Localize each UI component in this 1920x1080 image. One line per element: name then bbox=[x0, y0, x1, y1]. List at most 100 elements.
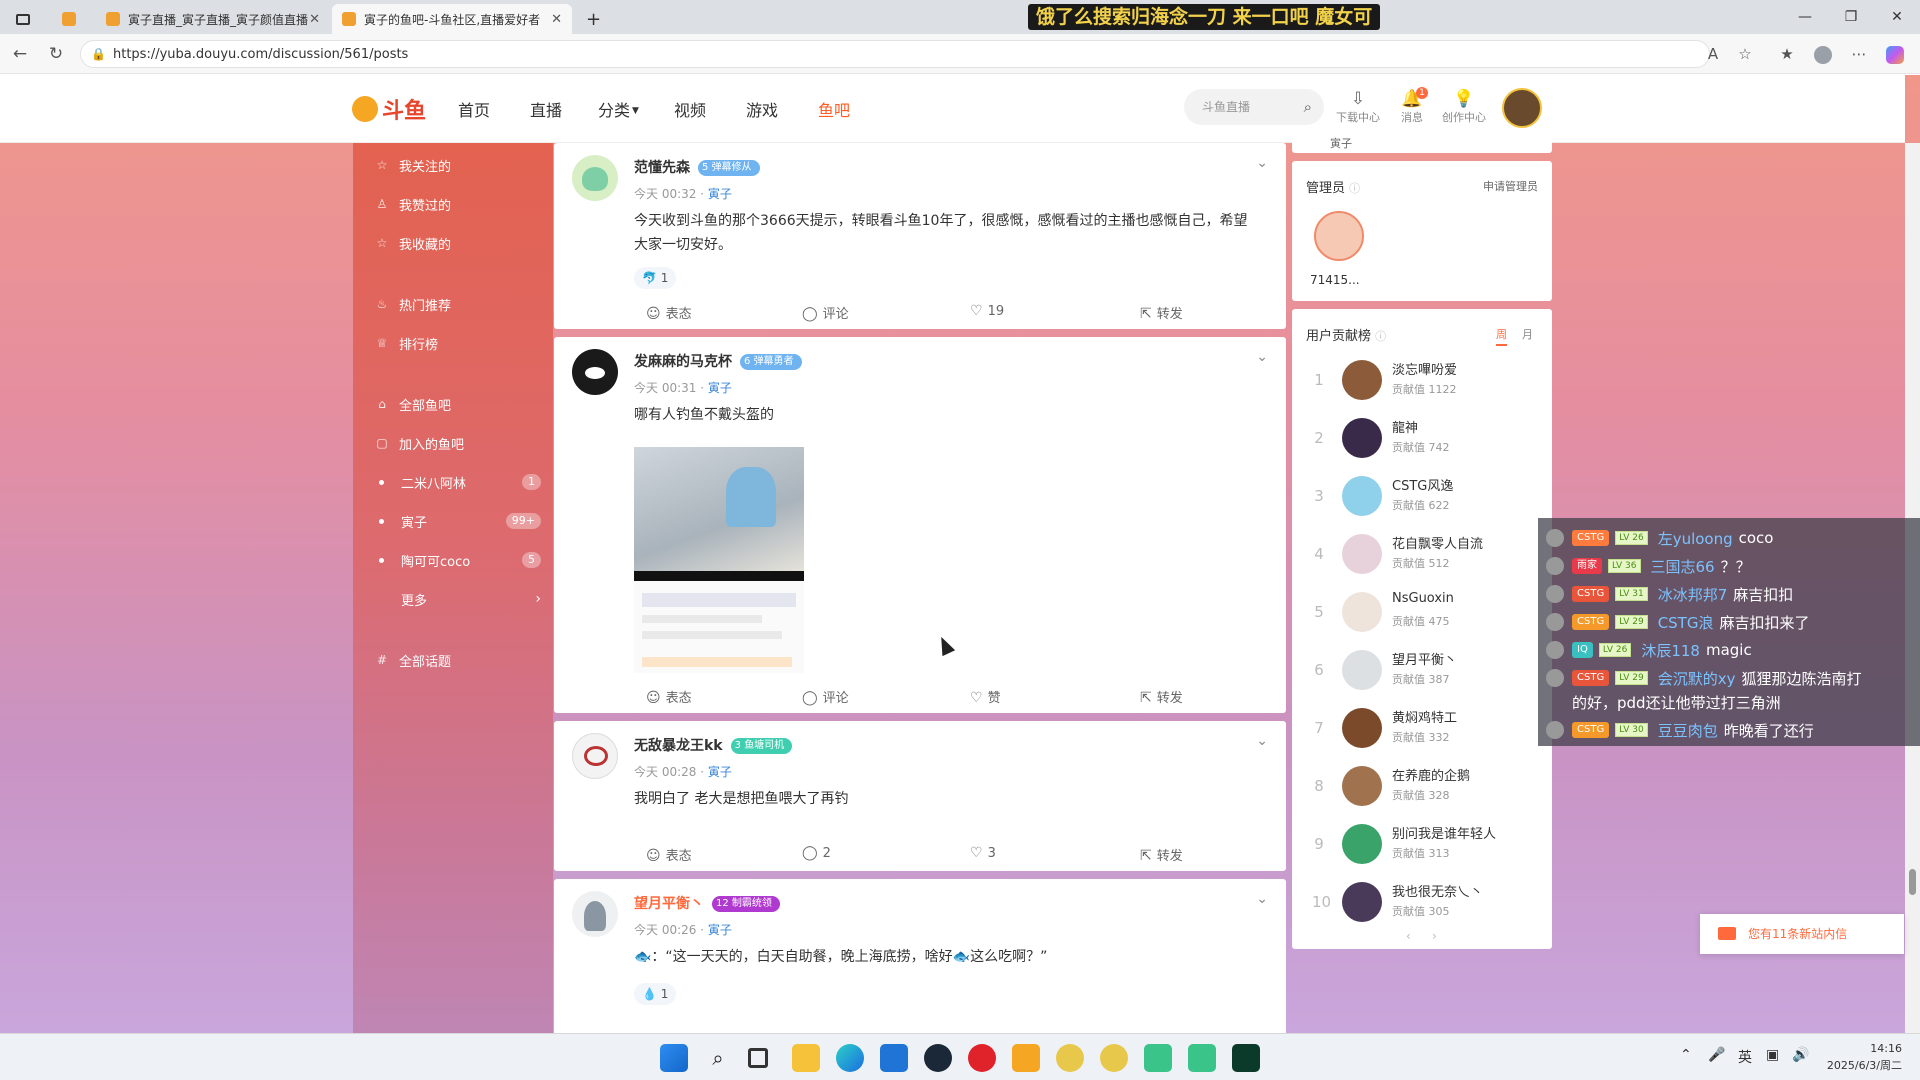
admin-avatar[interactable] bbox=[1314, 211, 1364, 261]
nav-games[interactable]: 游戏 bbox=[746, 97, 778, 121]
admin-name[interactable]: 71415... bbox=[1310, 273, 1360, 287]
info-icon[interactable]: ⓘ bbox=[1375, 330, 1386, 343]
chevron-down-icon[interactable]: ⌄ bbox=[1256, 733, 1268, 749]
nav-video[interactable]: 视频 bbox=[674, 97, 706, 121]
scroll-thumb[interactable] bbox=[1909, 869, 1916, 895]
read-aloud-icon[interactable]: A bbox=[1702, 43, 1724, 65]
search-icon[interactable]: ⌕ bbox=[704, 1044, 732, 1072]
reload-icon[interactable]: ↻ bbox=[44, 43, 68, 65]
sidebar-item-bar[interactable]: 寅子 99+ bbox=[375, 511, 541, 531]
sidebar-item-favorites[interactable]: ☆ 我收藏的 bbox=[375, 233, 541, 253]
post-bar-link[interactable]: 寅子 bbox=[708, 765, 732, 779]
maximize-button[interactable]: ❐ bbox=[1836, 6, 1866, 28]
tab-fishbar[interactable]: 寅子的鱼吧-斗鱼社区,直播爱好者 ✕ bbox=[332, 4, 572, 34]
rank-row[interactable]: 3 CSTG风逸 贡献值 622 bbox=[1292, 469, 1552, 527]
nav-home[interactable]: 首页 bbox=[458, 97, 490, 121]
rank-row[interactable]: 7 黄焖鸡特工 贡献值 332 bbox=[1292, 701, 1552, 759]
sidebar-item-bar[interactable]: 二米八阿林 1 bbox=[375, 472, 541, 492]
sidebar-item-following[interactable]: ☆ 我关注的 bbox=[375, 155, 541, 175]
post-card[interactable]: 发麻麻的马克杯 6 弹幕勇者 今天 00:31 · 寅子 哪有人钓鱼不戴头盔的 ☺… bbox=[554, 337, 1286, 713]
like-button[interactable]: ♡ 19 bbox=[970, 303, 1004, 319]
profile-icon[interactable] bbox=[1812, 43, 1834, 65]
nav-fishbar[interactable]: 鱼吧 bbox=[818, 97, 850, 121]
rank-next-icon[interactable]: › bbox=[1432, 929, 1437, 943]
post-username[interactable]: 发麻麻的马克杯 6 弹幕勇者 bbox=[634, 351, 802, 371]
close-tab-icon[interactable]: ✕ bbox=[309, 12, 320, 27]
post-bar-link[interactable]: 寅子 bbox=[708, 187, 732, 201]
post-username[interactable]: 范懂先森 5 弹幕修从 bbox=[634, 157, 760, 177]
rank-row[interactable]: 5 NsGuoxin 贡献值 475 bbox=[1292, 585, 1552, 643]
app-icon[interactable] bbox=[1188, 1044, 1216, 1072]
chevron-down-icon[interactable]: ⌄ bbox=[1256, 155, 1268, 171]
microphone-icon[interactable]: 🎤 bbox=[1708, 1047, 1725, 1063]
rank-row[interactable]: 9 别问我是谁年轻人 贡献值 313 bbox=[1292, 817, 1552, 875]
game-app-icon[interactable] bbox=[1056, 1044, 1084, 1072]
rank-tab-week[interactable]: 周 bbox=[1496, 326, 1507, 346]
apply-admin-link[interactable]: 申请管理员 bbox=[1483, 178, 1538, 194]
post-avatar[interactable] bbox=[572, 155, 618, 201]
chevron-down-icon[interactable]: ⌄ bbox=[1256, 891, 1268, 907]
react-button[interactable]: ☺ 表态 bbox=[646, 687, 692, 706]
messages-button[interactable]: 🔔 1 消息 bbox=[1386, 87, 1438, 125]
lock-icon[interactable]: 🔒 bbox=[91, 47, 106, 61]
network-icon[interactable]: ▣ bbox=[1766, 1047, 1779, 1063]
new-message-popup[interactable]: 您有11条新站内信 bbox=[1700, 914, 1904, 954]
rank-row[interactable]: 1 淡忘嗶吩爱 贡献值 1122 bbox=[1292, 353, 1552, 411]
nav-category[interactable]: 分类 ▼ bbox=[598, 97, 639, 121]
sidebar-item-hot[interactable]: ♨ 热门推荐 bbox=[375, 294, 541, 314]
sidebar-item-joined[interactable]: ▢ 加入的鱼吧 bbox=[375, 433, 541, 453]
close-window-button[interactable]: ✕ bbox=[1882, 6, 1912, 28]
post-username[interactable]: 无敌暴龙王kk 3 鱼塘司机 bbox=[634, 735, 793, 755]
chevron-down-icon[interactable]: ⌄ bbox=[1256, 349, 1268, 365]
share-button[interactable]: ⇱ 转发 bbox=[1140, 303, 1183, 322]
post-avatar[interactable] bbox=[572, 733, 618, 779]
edge-browser-icon[interactable] bbox=[836, 1044, 864, 1072]
post-card[interactable]: 无敌暴龙王kk 3 鱼塘司机 今天 00:28 · 寅子 我明白了 老大是想把鱼喂… bbox=[554, 721, 1286, 871]
download-center-button[interactable]: ⇩ 下载中心 bbox=[1332, 89, 1384, 125]
douyu-logo[interactable]: 斗鱼 bbox=[352, 93, 430, 125]
sidebar-item-bar[interactable]: 陶可可coco 5 bbox=[375, 550, 541, 570]
post-card[interactable]: 范懂先森 5 弹幕修从 今天 00:32 · 寅子 今天收到斗鱼的那个3666天提… bbox=[554, 143, 1286, 329]
info-icon[interactable]: ⓘ bbox=[1349, 182, 1360, 195]
search-icon[interactable]: ⌕ bbox=[1304, 89, 1312, 125]
favorite-star-icon[interactable]: ☆ bbox=[1734, 43, 1756, 65]
tab-live-room[interactable]: 寅子直播_寅子直播_寅子颜值直播 ✕ bbox=[96, 4, 330, 34]
copilot-icon[interactable] bbox=[1884, 43, 1906, 65]
search-input[interactable]: 斗鱼直播 ⌕ bbox=[1184, 89, 1324, 125]
comment-button[interactable]: ◯ 评论 bbox=[802, 687, 849, 706]
minimize-button[interactable]: — bbox=[1790, 6, 1820, 28]
post-avatar[interactable] bbox=[572, 891, 618, 937]
sidebar-item-ranking[interactable]: ♕ 排行榜 bbox=[375, 333, 541, 353]
tab-pinned[interactable] bbox=[52, 4, 92, 34]
app-icon[interactable] bbox=[1144, 1044, 1172, 1072]
url-field[interactable]: 🔒 https://yuba.douyu.com/discussion/561/… bbox=[80, 40, 1710, 68]
comment-button[interactable]: ◯ 2 bbox=[802, 845, 831, 861]
favorites-icon[interactable]: ★ bbox=[1776, 43, 1798, 65]
react-button[interactable]: ☺ 表态 bbox=[646, 845, 692, 864]
post-image[interactable] bbox=[634, 447, 804, 673]
input-language[interactable]: 英 bbox=[1738, 1047, 1752, 1067]
react-button[interactable]: ☺ 表态 bbox=[646, 303, 692, 322]
share-button[interactable]: ⇱ 转发 bbox=[1140, 845, 1183, 864]
file-explorer-icon[interactable] bbox=[792, 1044, 820, 1072]
volume-icon[interactable]: 🔊 bbox=[1792, 1047, 1809, 1063]
tray-chevron-icon[interactable]: ⌃ bbox=[1680, 1047, 1692, 1063]
game-app-icon[interactable] bbox=[1100, 1044, 1128, 1072]
reaction-chip[interactable]: 💧 1 bbox=[634, 983, 677, 1005]
sidebar-item-all-bars[interactable]: ⌂ 全部鱼吧 bbox=[375, 394, 541, 414]
sidebar-item-liked[interactable]: ♙ 我赞过的 bbox=[375, 194, 541, 214]
back-icon[interactable]: ← bbox=[8, 43, 32, 65]
share-button[interactable]: ⇱ 转发 bbox=[1140, 687, 1183, 706]
sidebar-item-more[interactable]: 更多 › bbox=[375, 589, 541, 609]
store-icon[interactable] bbox=[880, 1044, 908, 1072]
terminal-app-icon[interactable] bbox=[1232, 1044, 1260, 1072]
nav-live[interactable]: 直播 bbox=[530, 97, 562, 121]
rank-row[interactable]: 4 花自飘零人自流 贡献值 512 bbox=[1292, 527, 1552, 585]
post-bar-link[interactable]: 寅子 bbox=[708, 381, 732, 395]
reaction-chip[interactable]: 🐬 1 bbox=[634, 267, 677, 289]
new-tab-button[interactable]: + bbox=[578, 4, 608, 34]
creator-center-button[interactable]: 💡 创作中心 bbox=[1438, 89, 1490, 125]
rank-row[interactable]: 8 在养鹿的企鹅 贡献值 328 bbox=[1292, 759, 1552, 817]
rank-prev-icon[interactable]: ‹ bbox=[1406, 929, 1411, 943]
post-avatar[interactable] bbox=[572, 349, 618, 395]
